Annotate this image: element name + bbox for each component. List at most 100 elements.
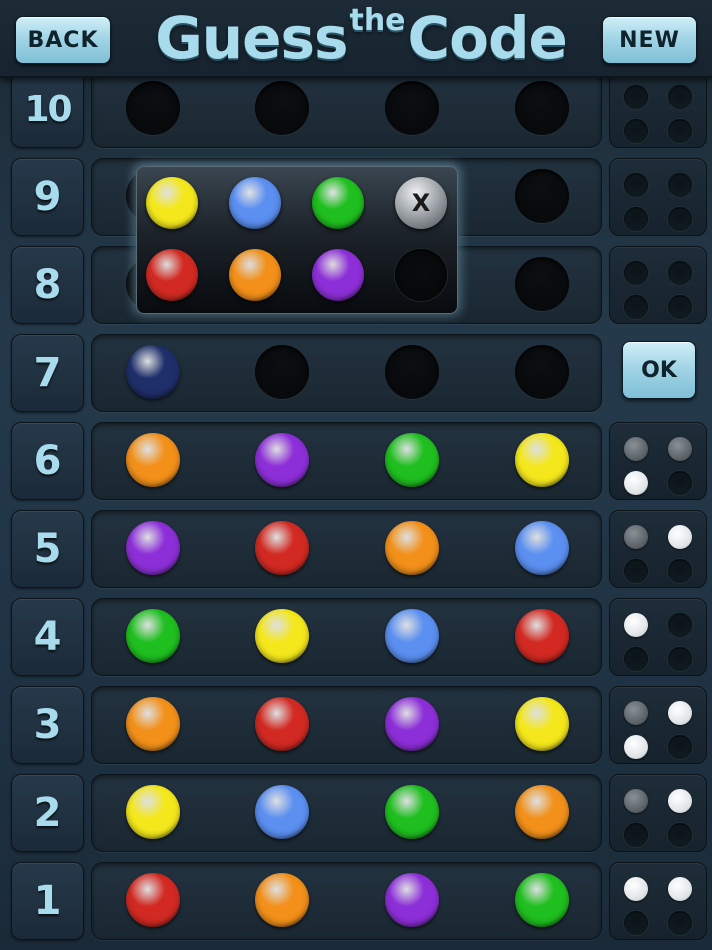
- red-peg: [255, 521, 309, 575]
- palette-purple-button[interactable]: [312, 249, 364, 301]
- green-peg: [515, 873, 569, 927]
- feedback-empty-dot: [668, 261, 692, 285]
- feedback-panel: [609, 862, 707, 940]
- palette-orange-button[interactable]: [229, 249, 281, 301]
- purple-peg: [385, 873, 439, 927]
- feedback-empty-dot: [624, 911, 648, 935]
- feedback-white-dot: [668, 525, 692, 549]
- feedback-empty-dot: [624, 119, 648, 143]
- purple-peg: [385, 697, 439, 751]
- empty-peg-hole[interactable]: [385, 345, 439, 399]
- yellow-peg: [515, 433, 569, 487]
- green-peg: [385, 433, 439, 487]
- feedback-empty-dot: [668, 735, 692, 759]
- purple-peg: [126, 521, 180, 575]
- orange-peg: [385, 521, 439, 575]
- red-peg: [515, 609, 569, 663]
- title-the: the: [349, 2, 406, 38]
- blue-peg: [255, 785, 309, 839]
- feedback-empty-dot: [668, 911, 692, 935]
- feedback-empty-dot: [668, 647, 692, 671]
- title-code: Code: [407, 4, 568, 72]
- blue-peg: [515, 521, 569, 575]
- empty-peg-hole[interactable]: [255, 345, 309, 399]
- empty-peg-hole: [255, 81, 309, 135]
- row-number: 6: [11, 422, 84, 500]
- feedback-gray-dot: [624, 789, 648, 813]
- feedback-panel: [609, 774, 707, 852]
- orange-peg: [255, 873, 309, 927]
- feedback-white-dot: [624, 471, 648, 495]
- header-bar: BACK Guess the Code NEW: [0, 0, 712, 78]
- guess-row-5: 5: [0, 510, 712, 588]
- feedback-panel: [609, 422, 707, 500]
- row-number: 2: [11, 774, 84, 852]
- empty-peg-hole: [515, 169, 569, 223]
- feedback-empty-dot: [668, 173, 692, 197]
- feedback-white-dot: [668, 701, 692, 725]
- empty-peg-hole: [126, 81, 180, 135]
- empty-peg-hole: [385, 81, 439, 135]
- feedback-panel: [609, 686, 707, 764]
- feedback-panel: [609, 510, 707, 588]
- blue-peg: [385, 609, 439, 663]
- empty-peg-hole: [515, 81, 569, 135]
- palette-green-button[interactable]: [312, 177, 364, 229]
- feedback-empty-dot: [624, 823, 648, 847]
- orange-peg: [515, 785, 569, 839]
- game-title: Guess the Code: [155, 0, 568, 76]
- palette-blue-button[interactable]: [229, 177, 281, 229]
- empty-peg-hole[interactable]: [515, 345, 569, 399]
- feedback-empty-dot: [668, 207, 692, 231]
- ok-button[interactable]: OK: [622, 341, 696, 399]
- row-number: 7: [11, 334, 84, 412]
- guess-row-4: 4: [0, 598, 712, 676]
- guess-row-1: 1: [0, 862, 712, 940]
- green-peg: [385, 785, 439, 839]
- color-palette-popup: X: [136, 166, 458, 314]
- feedback-white-dot: [624, 877, 648, 901]
- row-number: 4: [11, 598, 84, 676]
- feedback-empty-dot: [668, 559, 692, 583]
- feedback-empty-dot: [668, 85, 692, 109]
- palette-red-button[interactable]: [146, 249, 198, 301]
- yellow-peg: [126, 785, 180, 839]
- orange-peg: [126, 433, 180, 487]
- orange-peg: [126, 697, 180, 751]
- green-peg: [126, 609, 180, 663]
- row-number: 1: [11, 862, 84, 940]
- feedback-gray-dot: [668, 437, 692, 461]
- palette-empty-slot: [395, 249, 447, 301]
- feedback-gray-dot: [624, 437, 648, 461]
- feedback-empty-dot: [668, 119, 692, 143]
- palette-yellow-button[interactable]: [146, 177, 198, 229]
- navy-peg[interactable]: [126, 345, 180, 399]
- yellow-peg: [515, 697, 569, 751]
- yellow-peg: [255, 609, 309, 663]
- feedback-empty-dot: [624, 295, 648, 319]
- red-peg: [126, 873, 180, 927]
- feedback-white-dot: [624, 613, 648, 637]
- feedback-panel: [609, 70, 707, 148]
- feedback-empty-dot: [624, 85, 648, 109]
- feedback-empty-dot: [624, 261, 648, 285]
- guess-row-2: 2: [0, 774, 712, 852]
- title-guess: Guess: [155, 4, 348, 72]
- row-number: 8: [11, 246, 84, 324]
- feedback-panel: [609, 246, 707, 324]
- feedback-empty-dot: [624, 173, 648, 197]
- feedback-white-dot: [668, 877, 692, 901]
- guess-row-3: 3: [0, 686, 712, 764]
- new-game-button[interactable]: NEW: [602, 16, 697, 64]
- row-number: 3: [11, 686, 84, 764]
- clear-peg-button[interactable]: X: [395, 177, 447, 229]
- feedback-gray-dot: [624, 525, 648, 549]
- row-number: 5: [11, 510, 84, 588]
- back-button[interactable]: BACK: [15, 16, 111, 64]
- guess-row-6: 6: [0, 422, 712, 500]
- guess-row-10: 10: [0, 70, 712, 148]
- purple-peg: [255, 433, 309, 487]
- empty-peg-hole: [515, 257, 569, 311]
- feedback-empty-dot: [624, 559, 648, 583]
- feedback-panel: [609, 158, 707, 236]
